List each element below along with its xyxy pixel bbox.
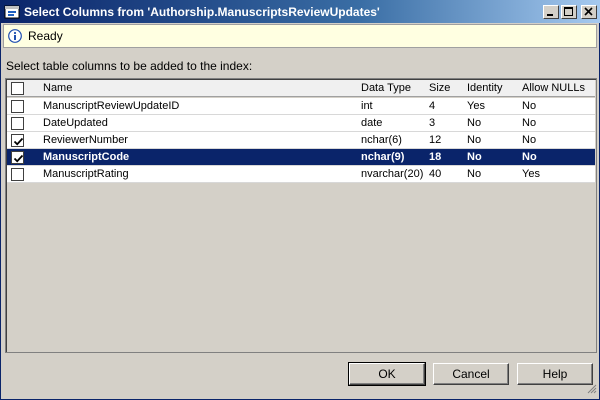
checkmark-icon: [13, 154, 24, 163]
column-size: 3: [429, 117, 436, 129]
column-name: ManuscriptReviewUpdateID: [43, 100, 180, 112]
row-checkbox[interactable]: [11, 168, 24, 181]
resize-grip-icon[interactable]: [585, 382, 597, 397]
column-data-type: nchar(6): [361, 134, 402, 146]
header-name[interactable]: Name: [43, 80, 353, 97]
title-bar[interactable]: Select Columns from 'Authorship.Manuscri…: [1, 0, 600, 23]
close-button[interactable]: [581, 4, 597, 19]
column-identity: No: [467, 117, 482, 129]
cancel-button[interactable]: Cancel: [433, 363, 509, 385]
column-identity: No: [467, 168, 482, 180]
row-checkbox[interactable]: [11, 117, 24, 130]
grid-header: Name Data Type Size Identity Allow NULLs: [7, 80, 595, 97]
column-allow-nulls: No: [522, 117, 537, 129]
header-allow-nulls[interactable]: Allow NULLs: [522, 80, 592, 97]
table-row[interactable]: ReviewerNumber nchar(6) 12 No No: [7, 132, 595, 149]
column-allow-nulls: No: [522, 134, 537, 146]
select-all-checkbox[interactable]: [11, 82, 24, 95]
header-data-type[interactable]: Data Type: [361, 80, 427, 97]
column-identity: No: [467, 151, 482, 163]
help-button[interactable]: Help: [517, 363, 593, 385]
table-row[interactable]: ManuscriptReviewUpdateID int 4 Yes No: [7, 98, 595, 115]
column-data-type: nvarchar(20): [361, 168, 424, 180]
row-checkbox[interactable]: [11, 134, 24, 147]
column-identity: Yes: [467, 100, 485, 112]
table-row[interactable]: ManuscriptCode nchar(9) 18 No No: [7, 149, 595, 166]
header-size[interactable]: Size: [429, 80, 463, 97]
ok-button[interactable]: OK: [348, 362, 426, 386]
column-name: DateUpdated: [43, 117, 108, 129]
window-title: Select Columns from 'Authorship.Manuscri…: [24, 4, 380, 19]
columns-grid[interactable]: Name Data Type Size Identity Allow NULLs…: [5, 78, 597, 353]
column-allow-nulls: Yes: [522, 168, 540, 180]
column-data-type: int: [361, 100, 373, 112]
checkmark-icon: [13, 137, 24, 146]
maximize-button[interactable]: [561, 4, 577, 19]
app-icon: [4, 4, 20, 20]
column-data-type: date: [361, 117, 383, 129]
table-row[interactable]: DateUpdated date 3 No No: [7, 115, 595, 132]
select-columns-dialog: Select Columns from 'Authorship.Manuscri…: [0, 0, 600, 400]
instruction-label: Select table columns to be added to the …: [6, 59, 253, 73]
column-name: ManuscriptCode: [43, 151, 130, 163]
column-size: 18: [429, 151, 442, 163]
column-allow-nulls: No: [522, 151, 537, 163]
minimize-button[interactable]: [543, 4, 559, 19]
status-text: Ready: [28, 29, 63, 43]
column-name: ManuscriptRating: [43, 168, 129, 180]
header-identity[interactable]: Identity: [467, 80, 519, 97]
table-row[interactable]: ManuscriptRating nvarchar(20) 40 No Yes: [7, 166, 595, 183]
status-bar: Ready: [3, 24, 597, 48]
column-size: 12: [429, 134, 442, 146]
column-name: ReviewerNumber: [43, 134, 128, 146]
column-data-type: nchar(9): [361, 151, 405, 163]
info-icon: [8, 29, 22, 43]
column-size: 4: [429, 100, 436, 112]
row-checkbox[interactable]: [11, 100, 24, 113]
column-allow-nulls: No: [522, 100, 537, 112]
column-size: 40: [429, 168, 442, 180]
column-identity: No: [467, 134, 482, 146]
row-checkbox[interactable]: [11, 151, 24, 164]
